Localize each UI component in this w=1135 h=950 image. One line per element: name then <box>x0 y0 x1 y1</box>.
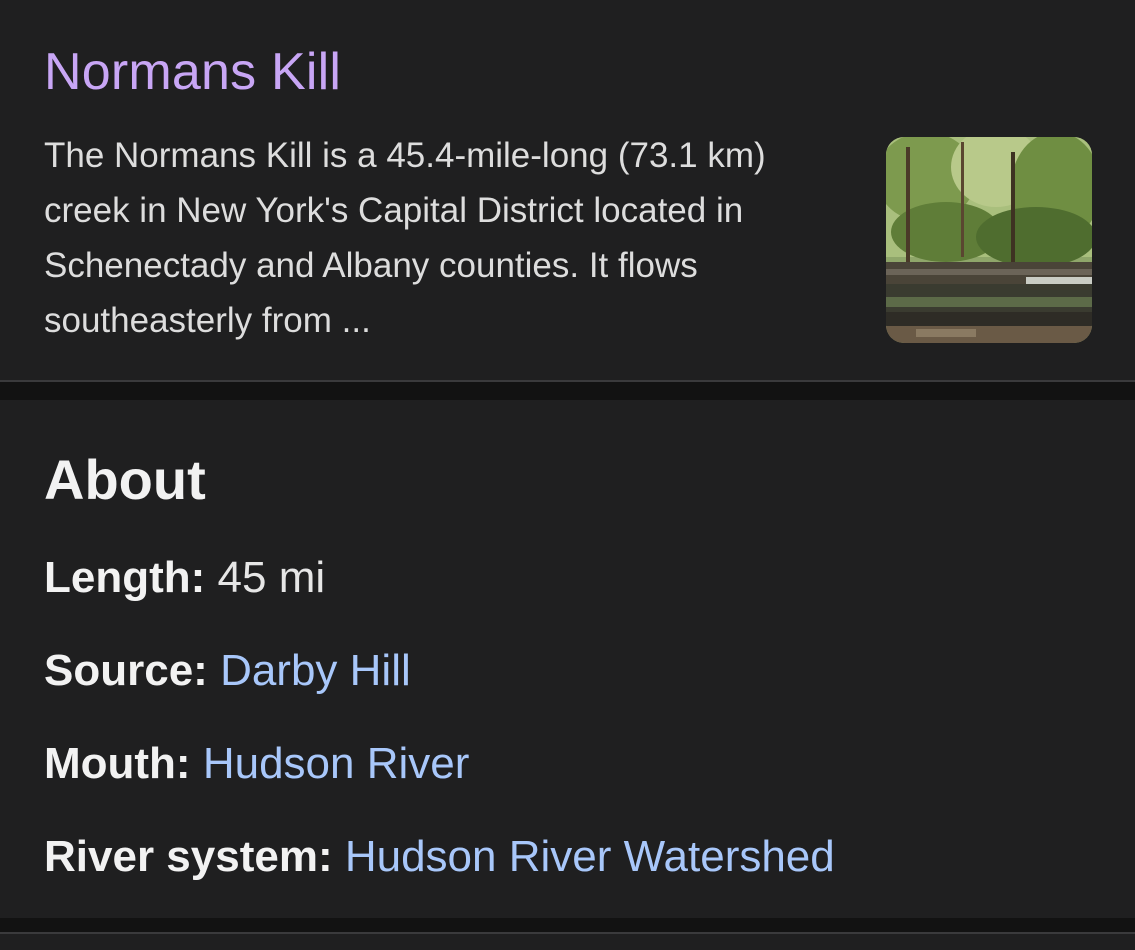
search-result-page: Normans Kill The Normans Kill is a 45.4-… <box>0 0 1135 950</box>
fact-source-link[interactable]: Darby Hill <box>220 646 411 695</box>
section-gap-bottom <box>0 918 1135 932</box>
result-card: Normans Kill The Normans Kill is a 45.4-… <box>0 0 1135 380</box>
next-card-edge <box>0 932 1135 950</box>
result-snippet: The Normans Kill is a 45.4-mile-long (73… <box>44 136 766 340</box>
result-thumbnail-image[interactable] <box>886 137 1092 343</box>
fact-river-system-link[interactable]: Hudson River Watershed <box>345 832 835 881</box>
fact-length-label: Length: <box>44 553 206 602</box>
about-heading: About <box>44 448 206 511</box>
fact-mouth-label: Mouth: <box>44 739 191 788</box>
fact-length: Length: 45 mi <box>44 550 325 606</box>
creek-photo <box>886 137 1092 343</box>
result-title-link[interactable]: Normans Kill <box>44 40 341 104</box>
section-gap <box>0 382 1135 400</box>
fact-river-system-label: River system: <box>44 832 333 881</box>
fact-length-value: 45 mi <box>217 553 326 602</box>
fact-mouth-link[interactable]: Hudson River <box>203 739 470 788</box>
about-card: About Length: 45 mi Source: Darby Hill M… <box>0 400 1135 918</box>
fact-mouth: Mouth: Hudson River <box>44 736 469 792</box>
fact-source: Source: Darby Hill <box>44 643 411 699</box>
fact-source-label: Source: <box>44 646 208 695</box>
fact-river-system: River system: Hudson River Watershed <box>44 829 835 885</box>
